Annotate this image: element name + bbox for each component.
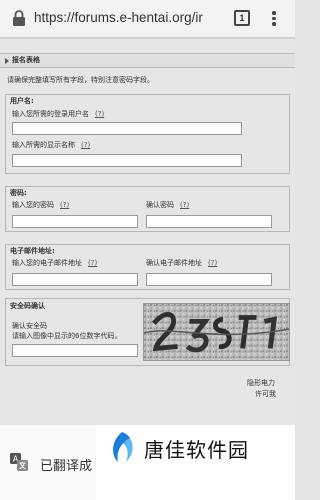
browser-address-bar: https://forums.e-hentai.org/ir 1	[0, 0, 295, 38]
form-section-title: 报名表格	[12, 56, 40, 64]
registration-page: 报名表格 请确保完整填写所有字段，特别注意密码字段。 用户名: 输入您所需的登录…	[0, 38, 295, 425]
captcha-image	[143, 303, 290, 361]
tab-switcher-button[interactable]: 1	[234, 10, 250, 26]
expand-arrow-icon	[5, 58, 9, 64]
translated-status-text: 已翻译成	[40, 459, 93, 474]
password-help-link[interactable]: (?)	[60, 201, 69, 209]
form-section-header[interactable]: 报名表格	[0, 53, 295, 68]
login-username-help-link[interactable]: (?)	[95, 110, 104, 118]
translate-bar: A 已翻译成 唐佳软件园	[0, 425, 295, 500]
password-label: 输入您的密码 (?)	[12, 201, 70, 209]
password-fieldset: 密码: 输入您的密码 (?) 确认密码 (?)	[5, 186, 290, 232]
footer-powered-text: 隐形电力	[247, 379, 275, 387]
display-name-label: 输入所需的显示名称 (?)	[12, 141, 91, 149]
watermark-overlay: 唐佳软件园	[96, 425, 295, 500]
email-legend: 电子邮件地址:	[10, 247, 55, 255]
form-notice: 请确保完整填写所有字段，特别注意密码字段。	[7, 76, 154, 84]
captcha-fieldset: 安全码确认 确认安全码 请输入图像中显示的6位数字代码。	[5, 298, 290, 366]
username-fieldset: 用户名: 输入您所需的登录用户名 (?) 输入所需的显示名称 (?)	[5, 94, 290, 174]
menu-icon[interactable]	[266, 9, 282, 29]
confirm-email-help-link[interactable]: (?)	[208, 259, 217, 267]
translate-icon[interactable]: A	[10, 453, 28, 471]
password-input[interactable]	[12, 215, 138, 228]
captcha-input[interactable]	[12, 344, 138, 357]
email-fieldset: 电子邮件地址: 输入您的电子邮件地址 (?) 确认电子邮件地址 (?)	[5, 244, 290, 290]
login-username-input[interactable]	[12, 122, 242, 135]
email-input[interactable]	[12, 273, 138, 286]
watermark-text: 唐佳软件园	[144, 438, 249, 462]
email-label: 输入您的电子邮件地址 (?)	[12, 259, 98, 267]
lock-icon	[13, 10, 25, 26]
captcha-legend: 安全码确认	[10, 302, 45, 310]
confirm-email-input[interactable]	[146, 273, 272, 286]
display-name-input[interactable]	[12, 154, 242, 167]
confirm-email-label: 确认电子邮件地址 (?)	[146, 259, 218, 267]
username-legend: 用户名:	[10, 97, 34, 105]
watermark-logo-icon	[113, 432, 133, 462]
footer-license-text: 许可我	[255, 390, 276, 398]
email-help-link[interactable]: (?)	[88, 259, 97, 267]
password-legend: 密码:	[10, 189, 27, 197]
confirm-password-label: 确认密码 (?)	[146, 201, 190, 209]
confirm-password-input[interactable]	[146, 215, 272, 228]
captcha-label: 确认安全码	[12, 322, 47, 330]
login-username-label: 输入您所需的登录用户名 (?)	[12, 110, 105, 118]
display-name-help-link[interactable]: (?)	[81, 141, 90, 149]
captcha-instructions: 请输入图像中显示的6位数字代码。	[12, 332, 122, 340]
confirm-password-help-link[interactable]: (?)	[180, 201, 189, 209]
url-field[interactable]: https://forums.e-hentai.org/ir	[34, 10, 216, 25]
